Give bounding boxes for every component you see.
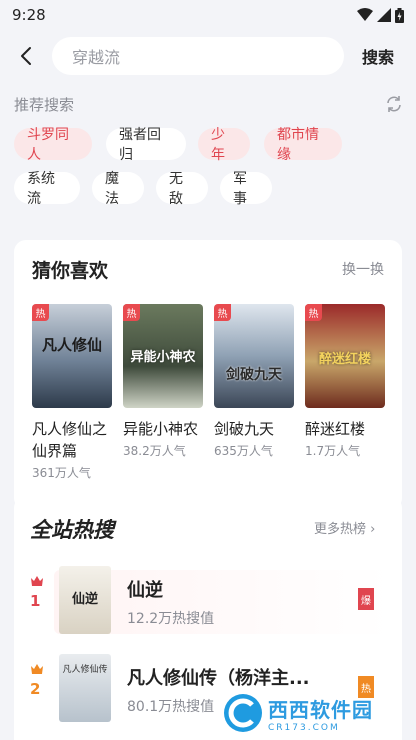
book-cover: 热 凡人修仙	[32, 304, 112, 408]
tag-dushi[interactable]: 都市情缘	[264, 127, 342, 163]
search-input[interactable]: 穿越流	[52, 37, 344, 75]
tag-wudi[interactable]: 无敌	[156, 171, 208, 207]
more-hot-link[interactable]: 更多热榜 ›	[314, 518, 375, 537]
cover-title: 剑破九天	[226, 367, 282, 383]
rank-count: 12.2万热搜值	[127, 611, 215, 627]
wifi-icon	[357, 8, 373, 21]
signal-icon	[377, 8, 391, 22]
crown-icon	[31, 664, 43, 674]
book-popularity: 361万人气	[32, 466, 91, 480]
tag-shaonian[interactable]: 少年	[198, 127, 250, 163]
recommend-title: 推荐搜索	[14, 96, 75, 114]
crown-icon	[31, 576, 43, 586]
rank-cover: 凡人修仙传	[59, 654, 111, 722]
status-bar: 9:28	[0, 0, 416, 30]
tag-junshi[interactable]: 军事	[220, 171, 272, 207]
watermark-text: 西西软件园	[268, 697, 373, 722]
swap-button[interactable]: 换一换	[342, 259, 384, 279]
cover-title: 凡人修仙	[41, 336, 102, 354]
rank-cover: 仙逆	[59, 566, 111, 634]
hot-rank-row[interactable]: 1 仙逆 仙逆 12.2万热搜值 爆	[14, 566, 402, 638]
hot-search-title: 全站热搜	[30, 518, 114, 542]
watermark-sub: CR173.COM	[268, 722, 340, 733]
book-popularity: 635万人气	[214, 444, 273, 458]
book-title: 凡人修仙之仙界篇	[32, 420, 108, 460]
book-title: 剑破九天	[214, 420, 275, 438]
book-title: 醉迷红楼	[305, 420, 366, 438]
back-arrow-icon	[21, 47, 31, 65]
rank-cover-title: 凡人修仙传	[62, 665, 108, 675]
status-time: 9:28	[12, 6, 46, 24]
search-header: 穿越流 搜索	[0, 36, 416, 76]
book-popularity: 38.2万人气	[123, 444, 186, 458]
hot-badge: 热	[123, 304, 140, 321]
book-card[interactable]: 热 剑破九天 剑破九天 635万人气	[214, 304, 294, 459]
search-placeholder: 穿越流	[72, 48, 121, 67]
hot-badge: 热	[214, 304, 231, 321]
bao-badge: 爆	[358, 588, 374, 610]
hot-badge: 热	[305, 304, 322, 321]
rank-cover-title: 仙逆	[71, 592, 98, 607]
book-card[interactable]: 热 醉迷红楼 醉迷红楼 1.7万人气	[305, 304, 385, 459]
status-icons	[357, 7, 404, 23]
book-title: 异能小神农	[123, 420, 199, 438]
watermark: 西西软件园 CR173.COM	[222, 690, 412, 736]
search-button[interactable]: 搜索	[362, 44, 394, 68]
guess-you-like-card: 猜你喜欢 换一换 热 凡人修仙 凡人修仙之仙界篇 361万人气 热 异能小神农 …	[14, 240, 402, 510]
book-cover: 热 异能小神农	[123, 304, 203, 408]
tag-douluo[interactable]: 斗罗同人	[14, 127, 92, 163]
book-popularity: 1.7万人气	[305, 444, 361, 458]
book-card[interactable]: 热 异能小神农 异能小神农 38.2万人气	[123, 304, 203, 459]
book-card[interactable]: 热 凡人修仙 凡人修仙之仙界篇 361万人气	[32, 304, 112, 481]
rank-count: 80.1万热搜值	[127, 699, 215, 715]
hot-badge: 热	[32, 304, 49, 321]
rank-title: 仙逆	[127, 580, 163, 601]
book-cover: 热 醉迷红楼	[305, 304, 385, 408]
tag-qiangzhe[interactable]: 强者回归	[106, 127, 186, 163]
tag-mofa[interactable]: 魔法	[92, 171, 144, 207]
rank-number: 2	[30, 680, 41, 698]
watermark-logo-icon	[224, 694, 262, 732]
cover-title: 异能小神农	[130, 350, 196, 365]
guess-title: 猜你喜欢	[32, 260, 109, 282]
back-button[interactable]	[14, 42, 38, 70]
rank-title: 凡人修仙传（杨洋主...	[127, 668, 310, 689]
book-cover: 热 剑破九天	[214, 304, 294, 408]
cover-title: 醉迷红楼	[318, 352, 371, 367]
refresh-icon[interactable]	[384, 94, 404, 114]
rank-number: 1	[30, 592, 41, 610]
tag-xitong[interactable]: 系统流	[14, 171, 80, 207]
battery-icon	[395, 7, 404, 23]
